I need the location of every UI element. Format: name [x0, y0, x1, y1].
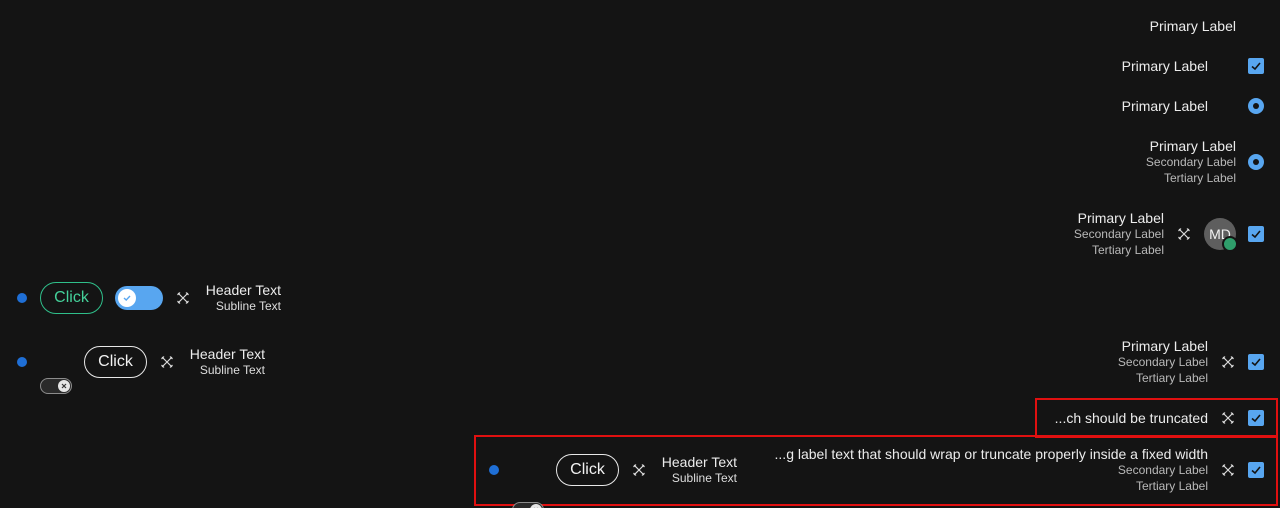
checkbox[interactable] — [1248, 410, 1264, 426]
status-dot — [17, 357, 27, 367]
check-icon — [123, 295, 131, 301]
crossed-tools-icon[interactable] — [1176, 226, 1192, 242]
check-icon — [1251, 466, 1261, 475]
primary-label: Primary Label — [1121, 58, 1208, 74]
tertiary-label: Tertiary Label — [1091, 243, 1164, 257]
label-stack: Primary Label Secondary Label Tertiary L… — [1036, 138, 1236, 186]
subline-text: Subline Text — [671, 471, 737, 485]
check-icon — [1251, 358, 1261, 367]
header-text: Header Text — [189, 346, 265, 362]
primary-label: ...ch should be truncated — [1054, 410, 1208, 426]
toggle-knob — [530, 504, 542, 508]
label-stack: Primary Label Secondary Label Tertiary L… — [964, 210, 1164, 258]
click-button[interactable]: Click — [556, 454, 619, 486]
header-text: Header Text — [205, 282, 281, 298]
secondary-label: Secondary Label — [1145, 155, 1236, 169]
radio-button[interactable] — [1248, 154, 1264, 170]
click-button[interactable]: Click — [84, 346, 147, 378]
checkbox[interactable] — [1248, 462, 1264, 478]
secondary-label: Secondary Label — [1117, 355, 1208, 369]
status-dot — [17, 293, 27, 303]
header-stack: Header Text Subline Text — [199, 282, 281, 314]
crossed-tools-icon[interactable] — [1220, 354, 1236, 370]
check-icon — [1251, 230, 1261, 239]
click-button[interactable]: Click — [40, 282, 103, 314]
presence-indicator — [1222, 236, 1238, 252]
crossed-tools-icon[interactable] — [175, 290, 191, 306]
primary-label: Primary Label — [1149, 18, 1236, 34]
check-icon — [1251, 62, 1261, 71]
status-dot — [489, 465, 499, 475]
x-icon — [61, 383, 67, 389]
crossed-tools-icon[interactable] — [1220, 410, 1236, 426]
tertiary-label: Tertiary Label — [1135, 371, 1208, 385]
header-stack: Header Text Subline Text — [655, 454, 737, 486]
toggle-knob — [58, 380, 70, 392]
toggle-switch[interactable] — [40, 378, 72, 394]
crossed-tools-icon[interactable] — [159, 354, 175, 370]
tertiary-label: Tertiary Label — [1135, 479, 1208, 493]
subline-text: Subline Text — [199, 363, 265, 377]
primary-label: ...g label text that should wrap or trun… — [774, 446, 1208, 462]
primary-label: Primary Label — [1149, 138, 1236, 154]
checkbox[interactable] — [1248, 354, 1264, 370]
primary-label: Primary Label — [1077, 210, 1164, 226]
checkbox[interactable] — [1248, 58, 1264, 74]
subline-text: Subline Text — [215, 299, 281, 313]
radio-button[interactable] — [1248, 98, 1264, 114]
label-stack: Primary Label Secondary Label Tertiary L… — [1008, 338, 1208, 386]
check-icon — [1251, 414, 1261, 423]
primary-label: Primary Label — [1121, 98, 1208, 114]
toggle-switch[interactable] — [512, 502, 544, 508]
label-stack: ...g label text that should wrap or trun… — [748, 446, 1208, 494]
checkbox[interactable] — [1248, 226, 1264, 242]
toggle-switch[interactable] — [115, 286, 163, 310]
header-text: Header Text — [661, 454, 737, 470]
primary-label: Primary Label — [1121, 338, 1208, 354]
tertiary-label: Tertiary Label — [1163, 171, 1236, 185]
crossed-tools-icon[interactable] — [631, 462, 647, 478]
toggle-knob — [118, 289, 136, 307]
list-demo-canvas: Primary Label Primary Label Primary Labe… — [0, 0, 1280, 508]
secondary-label: Secondary Label — [1073, 227, 1164, 241]
crossed-tools-icon[interactable] — [1220, 462, 1236, 478]
header-stack: Header Text Subline Text — [183, 346, 265, 378]
secondary-label: Secondary Label — [1117, 463, 1208, 477]
